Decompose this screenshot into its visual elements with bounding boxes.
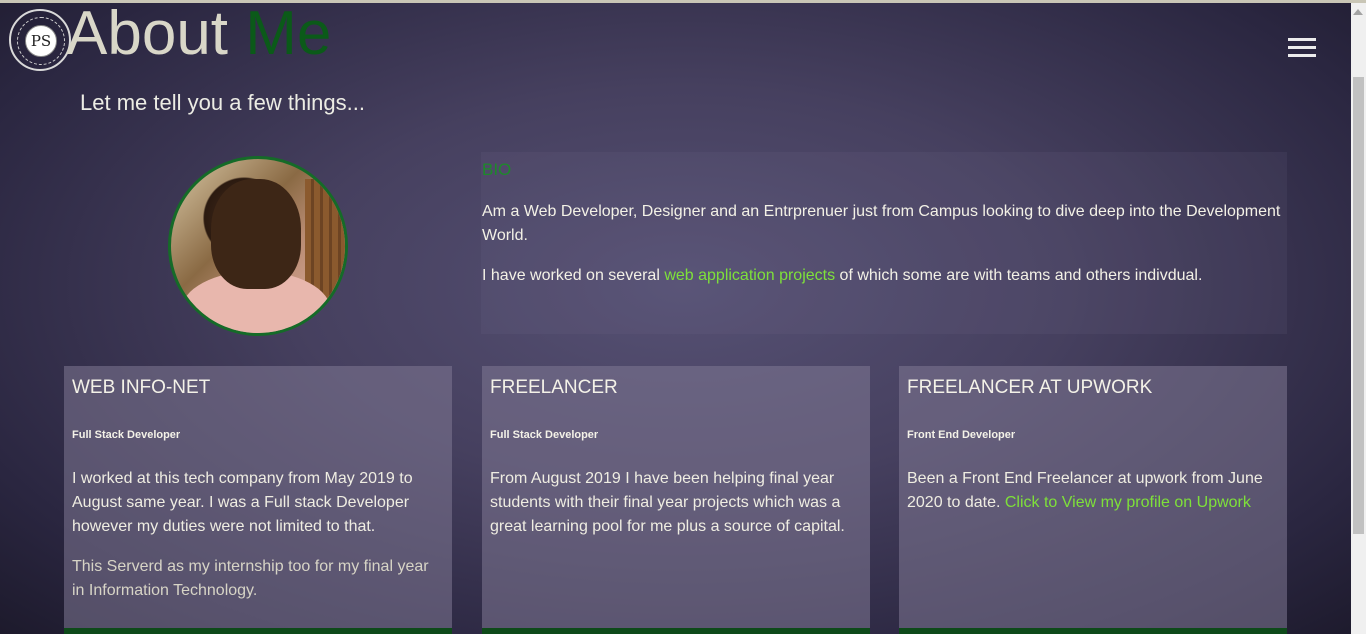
card-description: I worked at this tech company from May 2… xyxy=(72,470,413,535)
vertical-scrollbar[interactable] xyxy=(1351,3,1366,634)
card-role: Full Stack Developer xyxy=(72,429,181,441)
card-title: FREELANCER xyxy=(490,377,618,398)
bio-section: BIO Am a Web Developer, Designer and an … xyxy=(481,152,1287,334)
scroll-up-arrow-icon[interactable] xyxy=(1353,9,1363,15)
hamburger-menu-icon[interactable] xyxy=(1288,38,1316,58)
bio-heading: BIO xyxy=(482,160,512,179)
page-title-word-about: About xyxy=(66,0,229,68)
card-accent-bar xyxy=(64,628,452,634)
upwork-profile-link[interactable]: Click to View my profile on Upwork xyxy=(1005,494,1251,511)
experience-card-upwork: FREELANCER AT UPWORK Front End Developer… xyxy=(899,366,1287,634)
site-logo[interactable]: PS xyxy=(9,9,71,71)
bio-paragraph-1: Am a Web Developer, Designer and an Entr… xyxy=(482,203,1281,244)
scrollbar-thumb[interactable] xyxy=(1353,77,1364,534)
card-description: Been a Front End Freelancer at upwork fr… xyxy=(907,470,1263,511)
page-title-word-me: Me xyxy=(245,0,332,68)
experience-card-freelancer: FREELANCER Full Stack Developer From Aug… xyxy=(482,366,870,634)
page-subtitle: Let me tell you a few things... xyxy=(80,90,365,115)
experience-card-web-info-net: WEB INFO-NET Full Stack Developer I work… xyxy=(64,366,452,634)
profile-photo xyxy=(168,156,348,336)
card-title: WEB INFO-NET xyxy=(72,377,211,398)
page-title: About Me xyxy=(66,0,331,70)
card-accent-bar xyxy=(482,628,870,634)
logo-monogram: PS xyxy=(25,25,57,57)
card-title: FREELANCER AT UPWORK xyxy=(907,377,1153,398)
bio-paragraph-2: I have worked on several web application… xyxy=(482,267,1203,284)
card-accent-bar xyxy=(899,628,1287,634)
card-role: Full Stack Developer xyxy=(490,429,599,441)
card-role: Front End Developer xyxy=(907,429,1016,441)
projects-link[interactable]: web application projects xyxy=(664,267,835,284)
card-description-2: This Serverd as my internship too for my… xyxy=(72,558,429,599)
card-description: From August 2019 I have been helping fin… xyxy=(490,470,845,535)
